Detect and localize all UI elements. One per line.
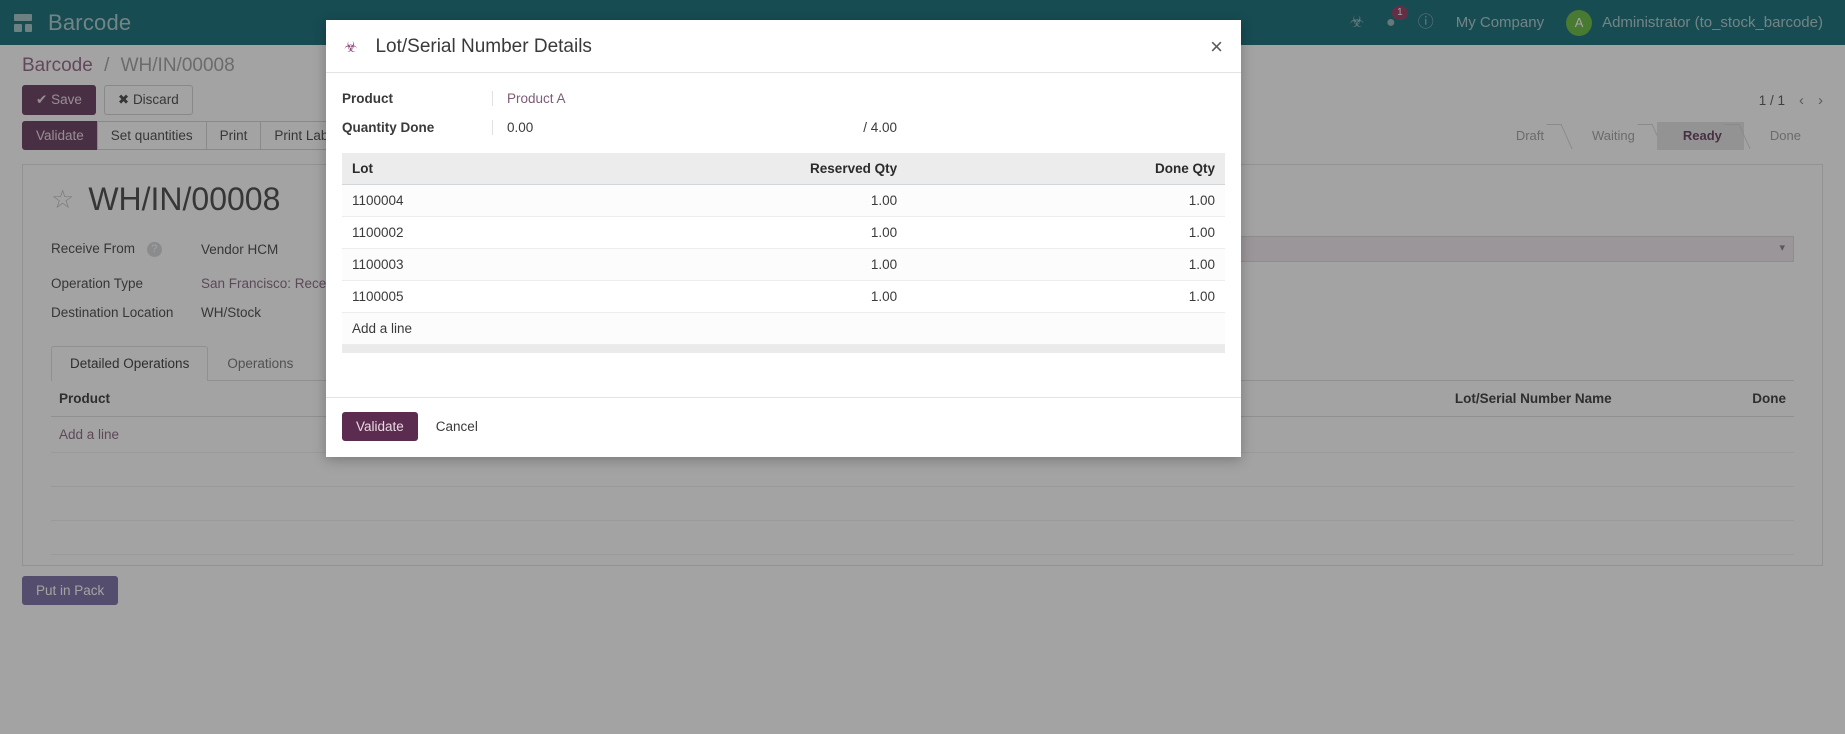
lot-serial-details-dialog: ☣ Lot/Serial Number Details × Product Pr… <box>326 20 1241 457</box>
dialog-product-value[interactable]: Product A <box>507 91 566 106</box>
table-row[interactable]: Add a line <box>342 313 1225 345</box>
dialog-quantity-total: / 4.00 <box>863 120 897 135</box>
lot-cell-lot[interactable]: 1100002 <box>342 217 554 249</box>
lot-cell-done[interactable]: 1.00 <box>907 185 1225 217</box>
dialog-header: ☣ Lot/Serial Number Details × <box>326 20 1241 72</box>
lot-cell-reserved[interactable]: 1.00 <box>554 281 907 313</box>
lot-table-head: Lot Reserved Qty Done Qty <box>342 153 1225 185</box>
dialog-quantity-label: Quantity Done <box>342 120 492 135</box>
lot-cell-reserved[interactable]: 1.00 <box>554 217 907 249</box>
dialog-quantity-value[interactable]: 0.00 <box>507 120 533 135</box>
dialog-footer: Validate Cancel <box>326 397 1241 457</box>
lot-col-done-qty[interactable]: Done Qty <box>907 153 1225 185</box>
lot-addline-empty-1 <box>554 313 907 345</box>
lot-cell-done[interactable]: 1.00 <box>907 217 1225 249</box>
lot-cell-lot[interactable]: 1100005 <box>342 281 554 313</box>
bug-icon[interactable]: ☣ <box>344 38 357 56</box>
dialog-quantity-value-cell: 0.00 / 4.00 <box>492 120 1225 135</box>
lot-cell-reserved[interactable]: 1.00 <box>554 249 907 281</box>
dialog-cancel-button[interactable]: Cancel <box>424 412 490 441</box>
dialog-title: Lot/Serial Number Details <box>375 36 591 58</box>
lot-table-body: 1100004 1.00 1.00 1100002 1.00 1.00 1100… <box>342 185 1225 345</box>
dialog-product-value-cell: Product A <box>492 91 1225 106</box>
table-row[interactable]: 1100002 1.00 1.00 <box>342 217 1225 249</box>
dialog-validate-button[interactable]: Validate <box>342 412 418 441</box>
lot-cell-reserved[interactable]: 1.00 <box>554 185 907 217</box>
lot-cell-done[interactable]: 1.00 <box>907 281 1225 313</box>
horizontal-scrollbar[interactable] <box>342 345 1225 353</box>
close-icon[interactable]: × <box>1210 36 1223 58</box>
lot-cell-done[interactable]: 1.00 <box>907 249 1225 281</box>
lot-header-row: Lot Reserved Qty Done Qty <box>342 153 1225 185</box>
lot-cell-lot[interactable]: 1100003 <box>342 249 554 281</box>
lot-addline-empty-2 <box>907 313 1225 345</box>
table-row[interactable]: 1100003 1.00 1.00 <box>342 249 1225 281</box>
dialog-product-label: Product <box>342 91 492 106</box>
app-root: Barcode ☣ ● 1 ⓘ My Company A Administrat… <box>0 0 1845 734</box>
lot-add-a-line[interactable]: Add a line <box>342 313 554 345</box>
lot-lines-table: Lot Reserved Qty Done Qty 1100004 1.00 1… <box>342 153 1225 345</box>
table-row[interactable]: 1100005 1.00 1.00 <box>342 281 1225 313</box>
dialog-form-grid: Product Product A Quantity Done 0.00 / 4… <box>342 91 1225 135</box>
lot-col-lot[interactable]: Lot <box>342 153 554 185</box>
lot-col-reserved-qty[interactable]: Reserved Qty <box>554 153 907 185</box>
table-row[interactable]: 1100004 1.00 1.00 <box>342 185 1225 217</box>
lot-cell-lot[interactable]: 1100004 <box>342 185 554 217</box>
dialog-body: Product Product A Quantity Done 0.00 / 4… <box>326 73 1241 397</box>
